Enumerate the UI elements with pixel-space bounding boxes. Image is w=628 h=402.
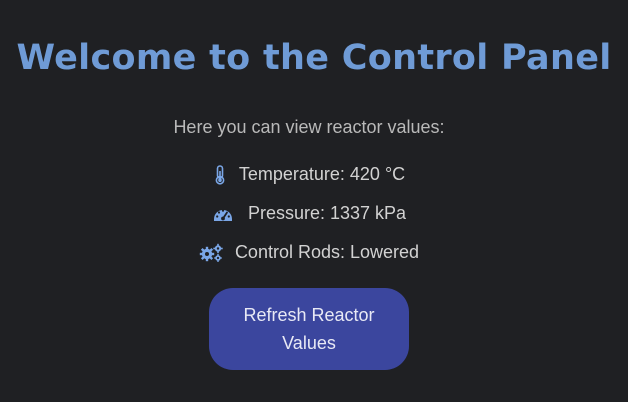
control-rods-reading: Control Rods: Lowered [0,242,618,263]
control-rods-label: Control Rods: Lowered [234,242,420,262]
refresh-reactor-values-button[interactable]: Refresh Reactor Values [209,288,409,370]
temperature-reading: Temperature: 420 °C [0,164,618,185]
gauge-icon [212,205,234,223]
gears-icon [199,243,223,263]
thermometer-icon [213,164,227,185]
pressure-reading: Pressure: 1337 kPa [0,203,618,224]
page-title: Welcome to the Control Panel [16,38,612,78]
temperature-label: Temperature: 420 °C [238,164,406,184]
control-panel: Welcome to the Control Panel Here you ca… [0,0,628,402]
intro-text: Here you can view reactor values: [173,117,445,137]
pressure-label: Pressure: 1337 kPa [247,203,407,223]
